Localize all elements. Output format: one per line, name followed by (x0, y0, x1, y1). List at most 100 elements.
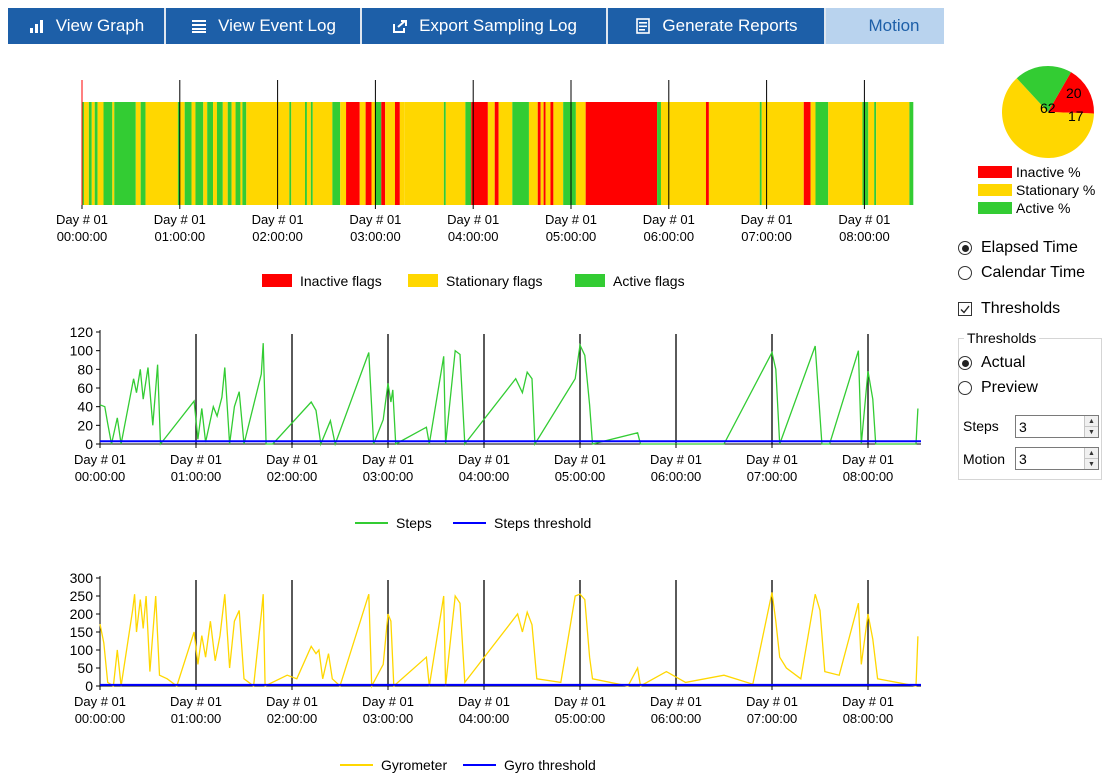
time-axis-labels: Day # 01 00:00:00 Day # 01 01:00:00 Day # 01… (56, 205, 890, 244)
stationary-flag-segment (553, 102, 564, 205)
inactive-flag-segment (705, 102, 709, 205)
x-tick-time-label: 02:00:00 (267, 469, 318, 484)
stationary-flag-segment (385, 102, 395, 205)
stationary-flag-segment (399, 102, 405, 205)
x-tick-day-label: Day # 01 (650, 452, 702, 467)
stationary-flag-segment (404, 102, 444, 205)
stationary-flag-segment (213, 102, 217, 205)
motion-threshold-input[interactable] (1016, 448, 1084, 469)
inactive-flag-segment (346, 102, 360, 205)
motion-tab-button[interactable]: Motion (826, 8, 944, 44)
x-tick-day-label: Day # 01 (842, 694, 894, 709)
active-flag-segment (88, 102, 92, 205)
radio-selected-icon (958, 356, 972, 370)
stationary-flag-segment (246, 102, 290, 205)
steps-legend: Steps Steps threshold (355, 515, 591, 531)
steps-threshold-input[interactable] (1016, 416, 1084, 437)
x-tick-day-label: Day # 01 (458, 694, 510, 709)
x-tick-time-label: 06:00:00 (643, 229, 694, 244)
active-flag-segment (465, 102, 472, 205)
actual-radio[interactable]: Actual (958, 354, 1025, 372)
stationary-flag-segment (240, 102, 243, 205)
activity-pie-chart: 62 20 17 (1002, 65, 1095, 158)
stationary-flag-segment (312, 102, 333, 205)
x-tick-day-label: Day # 01 (74, 694, 126, 709)
bar-chart-icon (28, 17, 46, 35)
stationary-flag-segment (810, 102, 816, 205)
x-tick-time-label: 05:00:00 (555, 711, 606, 726)
x-tick-time-label: 08:00:00 (843, 711, 894, 726)
legend-stationary-flags: Stationary flags (446, 273, 543, 289)
active-flag-segment (512, 102, 529, 205)
pie-legend-stationary: Stationary % (1016, 182, 1096, 198)
spin-down-icon[interactable]: ▼ (1085, 458, 1098, 469)
steps-threshold-stepper[interactable]: ▲ ▼ (1015, 415, 1099, 438)
stationary-flag-segment (371, 102, 376, 205)
legend-swatch-active (575, 274, 605, 287)
x-tick-day-label: Day # 01 (349, 212, 401, 227)
y-tick-label: 50 (77, 660, 93, 676)
x-tick-day-label: Day # 01 (554, 694, 606, 709)
x-tick-time-label: 04:00:00 (448, 229, 499, 244)
stationary-flag-segment (545, 102, 551, 205)
active-flag-segment (375, 102, 382, 205)
stationary-flag-segment (660, 102, 706, 205)
x-tick-time-label: 03:00:00 (363, 711, 414, 726)
y-tick-label: 100 (70, 642, 94, 658)
x-tick-day-label: Day # 01 (362, 452, 414, 467)
active-flag-segment (184, 102, 192, 205)
elapsed-time-radio[interactable]: Elapsed Time (958, 239, 1078, 257)
thresholds-check-label: Thresholds (981, 300, 1061, 317)
spin-up-icon[interactable]: ▲ (1085, 448, 1098, 458)
stationary-flag-segment (112, 102, 115, 205)
x-tick-time-label: 08:00:00 (843, 469, 894, 484)
export-sampling-log-button[interactable]: Export Sampling Log (362, 8, 608, 44)
stationary-flag-segment (145, 102, 178, 205)
y-tick-label: 300 (70, 570, 94, 586)
stationary-flag-segment (828, 102, 863, 205)
view-graph-label: View Graph (55, 16, 145, 35)
x-tick-day-label: Day # 01 (554, 452, 606, 467)
view-graph-button[interactable]: View Graph (8, 8, 166, 44)
flag-segments (81, 80, 914, 205)
active-flag-segment (242, 102, 247, 205)
x-tick-day-label: Day # 01 (154, 212, 206, 227)
view-event-log-button[interactable]: View Event Log (166, 8, 362, 44)
x-tick-time-label: 01:00:00 (154, 229, 205, 244)
preview-label: Preview (981, 379, 1038, 396)
thresholds-group-title: Thresholds (964, 330, 1040, 346)
legend-gyrometer: Gyrometer (381, 757, 447, 773)
x-tick-time-label: 07:00:00 (741, 229, 792, 244)
thresholds-checkbox[interactable]: Thresholds (958, 300, 1060, 318)
stationary-flag-segment (306, 102, 311, 205)
y-tick-label: 0 (85, 436, 93, 452)
active-flag-segment (443, 102, 446, 205)
legend-swatch-inactive (262, 274, 292, 287)
spin-down-icon[interactable]: ▼ (1085, 426, 1098, 437)
stationary-flag-segment (291, 102, 305, 205)
calendar-time-radio[interactable]: Calendar Time (958, 264, 1085, 282)
stationary-flag-segment (868, 102, 875, 205)
radio-empty-icon (958, 266, 972, 280)
stationary-flag-segment (97, 102, 104, 205)
steps-chart: 020406080100120 Day # 0100:00:00Day # 01… (70, 324, 921, 531)
active-flag-segment (874, 102, 877, 205)
stationary-flag-segment (575, 102, 586, 205)
generate-reports-button[interactable]: Generate Reports (608, 8, 826, 44)
active-flag-segment (207, 102, 214, 205)
x-tick-time-label: 00:00:00 (75, 711, 126, 726)
x-tick-day-label: Day # 01 (842, 452, 894, 467)
elapsed-time-label: Elapsed Time (981, 239, 1078, 256)
preview-radio[interactable]: Preview (958, 379, 1038, 397)
active-flag-segment (289, 102, 292, 205)
time-axis-labels: Day # 01 00:00:00 Day # 01 01:00:00 Day # 01… (74, 444, 894, 484)
legend-swatch-stationary (408, 274, 438, 287)
spin-up-icon[interactable]: ▲ (1085, 416, 1098, 426)
y-tick-label: 40 (77, 399, 93, 415)
y-tick-label: 20 (77, 417, 93, 433)
pie-legend-inactive: Inactive % (1016, 164, 1081, 180)
stationary-flag-segment (445, 102, 466, 205)
stationary-flag-segment (876, 102, 910, 205)
motion-threshold-stepper[interactable]: ▲ ▼ (1015, 447, 1099, 470)
view-event-log-label: View Event Log (218, 16, 336, 35)
